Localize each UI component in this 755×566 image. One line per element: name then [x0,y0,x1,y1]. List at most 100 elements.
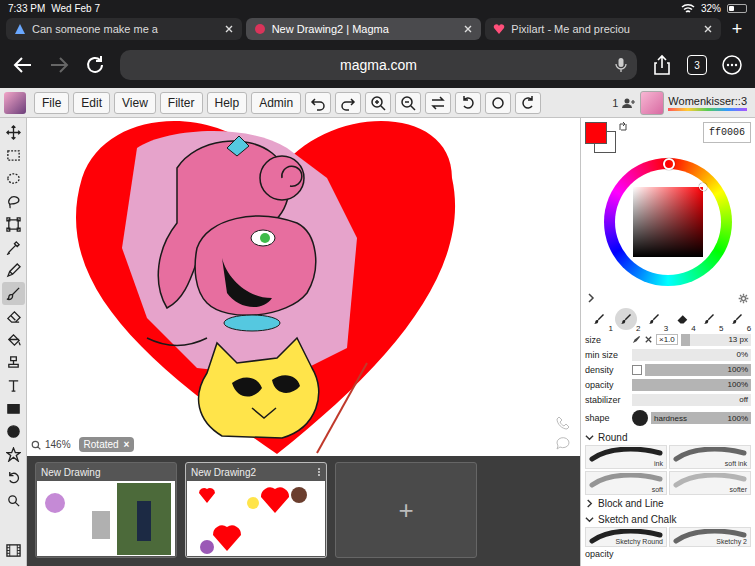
brush-slot[interactable]: 3 [643,308,665,330]
brush-group-header[interactable]: Round [585,429,751,445]
tool-button[interactable] [2,167,25,190]
hardness-slider[interactable]: hardness 100% [651,412,751,424]
user-avatar-icon[interactable] [640,91,664,115]
new-tab-button[interactable]: + [725,19,749,40]
tool-button[interactable] [2,190,25,213]
brush-preset[interactable]: soft ink [669,445,751,469]
density-checkbox[interactable] [632,365,642,375]
back-arrow-icon[interactable] [12,54,34,76]
user-name[interactable]: Womenkisser::3 [668,95,751,111]
phone-icon[interactable] [556,416,570,430]
size-multiplier[interactable]: ×1.0 [656,334,678,345]
color-swatches[interactable] [585,122,615,152]
toolbar-button[interactable] [365,92,391,114]
toolbar-button[interactable] [485,92,511,114]
brush-slot[interactable]: 6 [726,308,748,330]
add-drawing-button[interactable]: + [335,462,477,558]
hue-handle[interactable] [663,158,675,170]
brush-preset[interactable]: ink [585,445,667,469]
brush-group-header[interactable]: Block and Line [585,495,751,511]
brush-icon [6,286,21,301]
setting-slider[interactable]: 100% [632,379,751,391]
tool-button[interactable] [2,420,25,443]
hex-input[interactable]: ff0006 [703,122,751,143]
avatar-icon[interactable] [4,92,26,114]
tool-button[interactable] [2,351,25,374]
timeline-button[interactable] [2,539,25,562]
close-tab-icon[interactable] [463,24,473,34]
brush-preset[interactable]: Sketchy 2 [669,527,751,547]
drawing-card[interactable]: New Drawing [35,462,177,558]
menu-button[interactable]: Filter [160,92,203,114]
brush-group-header[interactable]: Sketch and Chalk [585,511,751,527]
toolbar-button[interactable] [455,92,481,114]
browser-tab[interactable]: Pixilart - Me and preciou [485,18,721,40]
tool-button[interactable] [2,305,25,328]
drawing-canvas[interactable]: 146% Rotated × [27,118,580,456]
toolbar-button[interactable] [515,92,541,114]
reload-icon[interactable] [84,54,106,76]
close-tab-icon[interactable] [224,24,234,34]
setting-slider[interactable]: 13 px [681,334,751,346]
tool-button[interactable] [2,328,25,351]
more-icon[interactable] [721,54,743,76]
brush-slot[interactable]: 4 [671,308,693,330]
tool-button[interactable] [2,443,25,466]
browser-tab[interactable]: New Drawing2 | Magma [246,18,482,40]
microphone-icon[interactable] [615,57,627,73]
tool-button[interactable] [2,466,25,489]
forward-arrow-icon[interactable] [48,54,70,76]
expand-icon[interactable] [587,293,595,303]
browser-tab[interactable]: Can someone make me a [6,18,242,40]
toolbar-button[interactable] [305,92,331,114]
url-field[interactable]: magma.com [120,50,637,80]
drawing-card[interactable]: New Drawing2 [185,462,327,558]
brush-slot[interactable]: 5 [698,308,720,330]
menu-button[interactable]: View [114,92,156,114]
toolbar-button[interactable] [425,92,451,114]
tool-button[interactable] [2,213,25,236]
brush-shape-icon[interactable] [632,410,648,426]
chat-icon[interactable] [556,437,570,450]
menu-button[interactable]: Admin [251,92,301,114]
close-tab-icon[interactable] [703,24,713,34]
tool-button[interactable] [2,121,25,144]
tool-button[interactable] [2,259,25,282]
toolbar-button[interactable] [335,92,361,114]
tab-count-button[interactable]: 3 [687,55,707,75]
users-icon[interactable] [622,97,636,109]
menu-button[interactable]: File [34,92,69,114]
color-handle[interactable] [699,183,707,191]
toolbar-button[interactable] [395,92,421,114]
color-wheel[interactable] [604,158,732,286]
stamp-icon [6,355,21,370]
chevron-icon [585,433,594,442]
tool-button[interactable] [2,397,25,420]
primary-color[interactable] [585,122,607,144]
menu-button[interactable]: Help [207,92,248,114]
setting-slider[interactable]: off [632,394,751,406]
brush-preset[interactable]: soft [585,471,667,495]
tool-button[interactable] [2,236,25,259]
clear-icon[interactable] [644,335,653,344]
swap-colors-icon[interactable] [618,122,628,132]
brush-name: softer [729,486,747,493]
brush-preset[interactable]: Sketchy Round [585,527,667,547]
setting-slider[interactable]: 0% [632,349,751,361]
saturation-square[interactable] [633,187,703,257]
tool-button[interactable] [2,489,25,512]
setting-slider[interactable]: 100% [645,364,751,376]
rotated-badge[interactable]: Rotated × [79,437,135,452]
gear-icon[interactable] [738,293,749,304]
rotated-close[interactable]: × [123,439,129,450]
tool-button[interactable] [2,282,25,305]
brush-slot[interactable]: 1 [588,308,610,330]
share-icon[interactable] [651,54,673,76]
tool-button[interactable] [2,374,25,397]
brush-slot[interactable]: 2 [615,308,637,330]
drawing-menu-icon[interactable] [317,467,321,477]
menu-button[interactable]: Edit [73,92,110,114]
brush-preset[interactable]: softer [669,471,751,495]
tool-button[interactable] [2,144,25,167]
pressure-icon[interactable] [632,335,641,344]
